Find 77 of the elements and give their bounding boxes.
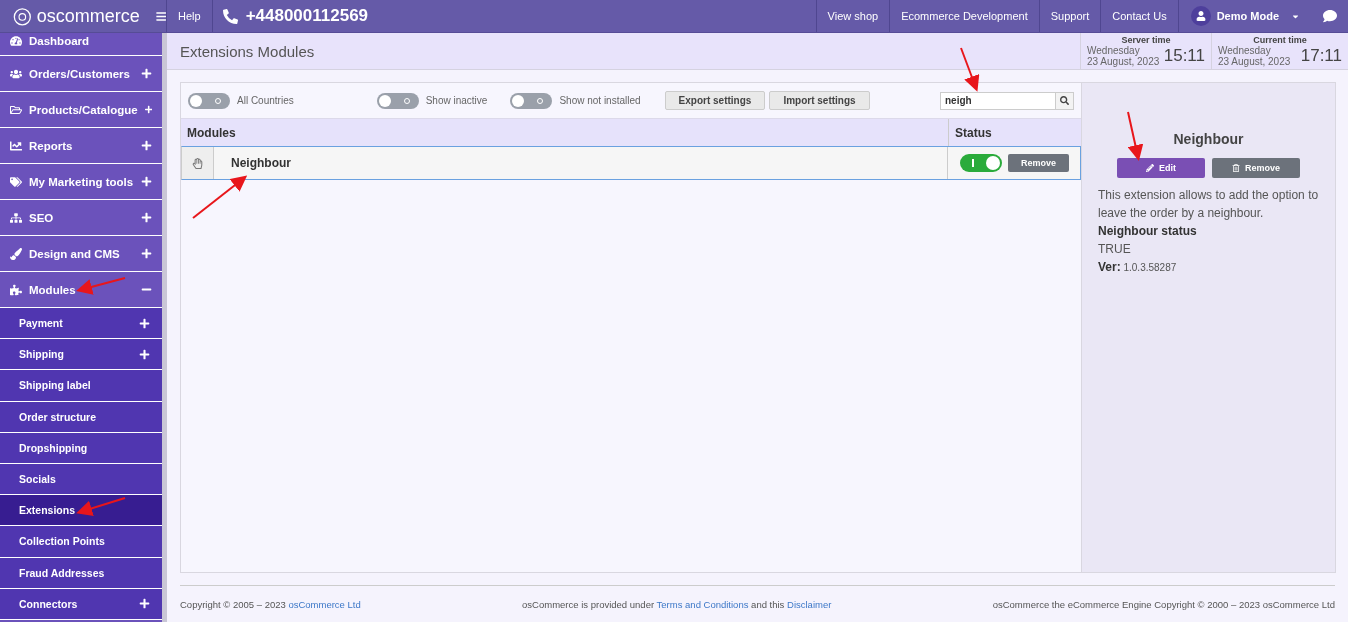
remove-button[interactable]: Remove <box>1212 158 1300 178</box>
engine-copyright-text: osCommerce the eCommerce Engine Copyright © 2000 – 2023 osCommerce Ltd <box>992 598 1335 610</box>
disclaimer-link[interactable]: Disclaimer <box>787 598 832 610</box>
toggle-switch[interactable] <box>510 92 553 109</box>
logo-text: oscommerce <box>36 5 140 27</box>
settings-button[interactable]: Export settings <box>664 91 766 110</box>
sidebar-item[interactable]: Fraud Addresses <box>0 557 162 589</box>
sidebar-item[interactable]: Shipping <box>0 339 162 371</box>
status-label: Neighbour status <box>1098 223 1198 240</box>
clock-date: Wednesday 23 August, 2023 <box>1087 45 1160 67</box>
edit-button[interactable]: Edit <box>1117 158 1205 178</box>
phone-icon <box>222 8 238 24</box>
expand-icon <box>141 140 152 151</box>
clock-time: 17:11 <box>1300 46 1342 66</box>
version-text: Ver: 1.0.3.58287 <box>1098 259 1178 276</box>
expand-icon <box>141 248 152 259</box>
user-menu[interactable]: Demo Mode <box>1178 0 1312 32</box>
nav-link[interactable]: Ecommerce Development <box>890 0 1040 32</box>
annotation-arrow <box>76 277 126 295</box>
terms-link[interactable]: Terms and Conditions <box>656 598 749 610</box>
clock-date: Wednesday 23 August, 2023 <box>1218 45 1292 67</box>
column-header: Modules <box>186 125 237 142</box>
nav-link[interactable]: View shop <box>816 0 891 32</box>
page-title: Extensions Modules <box>179 42 316 62</box>
expand-icon <box>141 176 152 187</box>
extension-title: Neighbour <box>1172 131 1245 147</box>
clock-label: Current time <box>1252 35 1308 45</box>
extension-description: This extension allows to add the option to leave the order by a neighbour. <box>1098 187 1319 222</box>
toggle-switch[interactable] <box>376 92 419 109</box>
user-icon <box>1190 6 1211 26</box>
scrollbar[interactable] <box>162 33 167 622</box>
copyright-text: Copyright © 2005 – 2023 osCommerce Ltd <box>180 598 361 610</box>
annotation-arrow <box>76 497 126 517</box>
expand-icon <box>144 104 152 115</box>
sidebar-item[interactable]: Dashboard <box>0 33 162 56</box>
annotation-arrow <box>1127 111 1144 161</box>
clock-label: Server time <box>1120 35 1172 45</box>
toggle-label: Show inactive <box>425 95 488 106</box>
clock-time: 15:11 <box>1163 46 1205 66</box>
search-icon <box>1060 96 1069 105</box>
expand-icon <box>139 348 150 360</box>
expand-icon <box>141 212 152 223</box>
sidebar-item[interactable]: Extensions <box>0 495 162 527</box>
search-field[interactable]: neigh <box>940 91 1056 110</box>
status-value: TRUE <box>1098 241 1132 258</box>
pencil-icon <box>1146 164 1154 172</box>
company-link[interactable]: osCommerce Ltd <box>288 598 361 610</box>
search-button[interactable] <box>1056 91 1074 110</box>
sidebar-item[interactable]: Payment <box>0 308 162 340</box>
help-link[interactable]: Help <box>167 0 213 32</box>
trash-icon <box>1232 164 1240 172</box>
expand-icon <box>139 598 150 610</box>
chat-icon[interactable] <box>1323 9 1337 23</box>
drag-handle-icon[interactable] <box>192 157 203 169</box>
annotation-arrow <box>960 47 980 92</box>
table-row[interactable]: Neighbour Remove <box>181 146 1081 180</box>
expand-icon <box>141 68 152 79</box>
sidebar-item[interactable]: Order structure <box>0 401 162 433</box>
logo-icon <box>12 5 33 27</box>
annotation-arrow <box>192 175 248 219</box>
remove-button[interactable]: Remove <box>1008 154 1069 172</box>
sidebar-item[interactable]: Connectors <box>0 588 162 620</box>
sidebar-item[interactable]: Collection Points <box>0 526 162 558</box>
sidebar-item[interactable]: Dropshipping <box>0 432 162 464</box>
nav-link[interactable]: Contact Us <box>1101 0 1179 32</box>
toggle-label: All Countries <box>237 95 294 106</box>
sidebar-item[interactable]: Shipping label <box>0 370 162 402</box>
phone-number: +448000112569 <box>245 6 369 26</box>
settings-button[interactable]: Import settings <box>769 91 870 110</box>
expand-icon <box>139 317 150 329</box>
module-name: Neighbour <box>230 155 292 172</box>
toggle-label: Show not installed <box>559 95 641 106</box>
nav-link[interactable]: Support <box>1039 0 1102 32</box>
status-switch[interactable] <box>960 154 1002 172</box>
toggle-switch[interactable] <box>188 92 230 109</box>
sidebar-item[interactable]: Socials <box>0 463 162 496</box>
license-text: osCommerce is provided under Terms and Conditions and this Disclaimer <box>522 598 832 610</box>
